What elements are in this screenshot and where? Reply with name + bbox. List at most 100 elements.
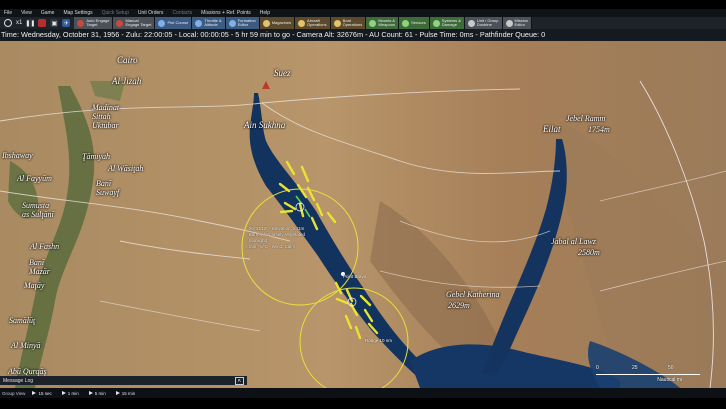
message-log-panel[interactable]: Message Log ⇱ — [0, 376, 247, 385]
magazine-icon — [262, 19, 270, 27]
menu-item-game[interactable]: Game — [41, 9, 55, 17]
time-step-label: 15 min — [121, 390, 136, 396]
time-step-5m-button[interactable]: 5 min — [86, 391, 109, 396]
toolbar-button-label: Auto Engage Target — [86, 17, 110, 27]
sumusta-text: Sumusta as Sulţānī — [22, 201, 54, 219]
aircraft-icon — [298, 19, 306, 27]
time-step-label: 5 min — [94, 390, 106, 396]
expand-icon[interactable]: ⇱ — [235, 376, 244, 385]
damage-icon — [432, 19, 440, 27]
scale-unit: Nautical mi — [657, 377, 682, 383]
toolbar-button-label: Sensors — [411, 19, 426, 25]
menu-item-map-settings[interactable]: Map Settings — [63, 9, 92, 17]
toolbar-button-label: Throttle & Altitude — [204, 17, 222, 27]
toolbar-button-label: Plot Course — [167, 19, 189, 25]
label-al-fayyum: Al Fayyūm — [17, 174, 52, 183]
label-suez: Suez — [274, 68, 291, 78]
letterbox-top — [0, 0, 726, 9]
plane-icon[interactable]: ✈ — [62, 19, 71, 27]
toolbar-button-aircraft-operations[interactable]: Aircraft Operations — [295, 17, 331, 29]
label-al-minya: Al Minyā — [11, 341, 41, 350]
menu-item-missions-ref-points[interactable]: Missions + Ref. Points — [201, 9, 251, 17]
clock-icon[interactable] — [4, 19, 12, 27]
bani-suwayf-text: Banī Suwayf — [96, 179, 120, 197]
play-icon — [32, 391, 37, 395]
crosshair-icon — [116, 19, 124, 27]
toolbar-button-mounts-weapons[interactable]: Mounts & Weapons — [366, 17, 400, 29]
toolbar-button-label: Formation Editor — [237, 17, 256, 27]
throttle-icon — [195, 19, 203, 27]
sensor-icon — [402, 19, 410, 27]
menu-item-view[interactable]: View — [21, 9, 32, 17]
formation-icon — [228, 19, 236, 27]
hover-info-panel: ...29°31'12" - Elevation: 241m ...Barren… — [245, 226, 305, 250]
label-matay: Maţāy — [24, 281, 45, 290]
toolbar-button-formation-editor[interactable]: Formation Editor — [225, 17, 260, 29]
time-step-label: 15 sec — [38, 390, 52, 396]
speed-label[interactable]: x1 — [16, 20, 22, 26]
label-bani-suwayf: Banī Suwayf — [96, 179, 119, 197]
time-step-1m-button[interactable]: 1 min — [59, 391, 82, 396]
menu-item-unit-orders[interactable]: Unit Orders — [138, 9, 164, 17]
group-view-label: Group View — [2, 390, 26, 396]
menu-item-quick-setup[interactable]: Quick Setup — [102, 9, 129, 17]
menu-item-contacts[interactable]: Contacts — [172, 9, 192, 17]
letterbox-bottom — [0, 398, 726, 409]
message-log-title: Message Log — [3, 377, 34, 384]
bani-mazar-text: Banī Mazār — [29, 258, 50, 276]
label-ibshaway: Ibshaway — [2, 151, 33, 160]
sim-controls: x1 ❚❚ ▣ ✈ — [0, 17, 74, 29]
toolbar-button-systems-damage[interactable]: Systems & Damage — [429, 17, 465, 29]
toolbar-button-magazines[interactable]: Magazines — [259, 17, 296, 29]
elev-gebel-katherina: 2629m — [448, 301, 470, 310]
doctrine-icon — [467, 19, 475, 27]
map-view[interactable]: Cairo Al Jizah Madinat Sittah Uktubar Ib… — [0, 41, 726, 388]
toolbar-button-sensors[interactable]: Sensors — [399, 17, 430, 29]
time-compression-bar: Group View 15 sec 1 min 5 min 15 min — [0, 388, 726, 398]
time-step-15m-button[interactable]: 15 min — [113, 391, 139, 396]
label-bani-mazar: Banī Mazār — [29, 258, 50, 276]
toolbar-button-boat-operations[interactable]: Boat Operations — [330, 17, 367, 29]
label-ain-sukhna: Ain Sukhna — [244, 120, 286, 130]
label-jebel-ramm: Jebel Ramm — [566, 114, 606, 123]
label-jabal-al-lawz: Jabal al Lawz — [551, 237, 596, 246]
toolbar-button-manual-engage-target[interactable]: Manual Engage Target — [113, 17, 156, 29]
toolbar-button-throttle-altitude[interactable]: Throttle & Altitude — [192, 17, 226, 29]
range-label: Range 10 nm — [365, 338, 393, 343]
toolbar-button-auto-engage-target[interactable]: Auto Engage Target — [74, 17, 114, 29]
hover-info-line: ...rain - 5°C - Wind: Calm — [245, 244, 296, 249]
toolbar-button-label: Mounts & Weapons — [378, 17, 396, 27]
target-icon — [77, 19, 85, 27]
toolbar-button-label: Manual Engage Target — [125, 17, 152, 27]
pause-icon[interactable]: ❚❚ — [25, 19, 35, 27]
toolbar-button-plot-course[interactable]: Plot Course — [155, 17, 193, 29]
boat-icon — [333, 19, 341, 27]
toolbar-button-unit-group-doctrine[interactable]: Unit / Group Doctrine — [464, 17, 503, 29]
toolbar-button-label: Mission Editor — [514, 17, 529, 27]
scale-tick-0: 0 — [596, 365, 599, 371]
label-madinat: Madinat Sittah Uktubar — [92, 103, 119, 130]
scale-line — [596, 374, 700, 375]
toolbar-button-label: Aircraft Operations — [307, 17, 327, 27]
map-scale-bar: 0 25 50 Nautical mi — [596, 365, 702, 385]
toolbar-button-label: Magazines — [271, 19, 292, 25]
label-cairo: Cairo — [117, 55, 138, 65]
label-gebel-katherina: Gebel Katherina — [446, 290, 500, 299]
toolbar-button-label: Systems & Damage — [441, 17, 461, 27]
menu-item-file[interactable]: File — [4, 9, 12, 17]
scale-tick-25: 25 — [632, 365, 638, 371]
record-icon[interactable]: ▣ — [50, 19, 59, 27]
label-sumusta: Sumusta as Sulţānī — [22, 201, 54, 219]
menu-item-help[interactable]: Help — [260, 9, 270, 17]
stop-icon[interactable] — [38, 19, 47, 27]
scale-tick-50: 50 — [668, 365, 674, 371]
play-icon — [88, 391, 93, 395]
label-tamiyah: Ţāmiyah — [82, 152, 110, 161]
course-icon — [158, 19, 166, 27]
label-al-wasitah: Al Wāsiţah — [108, 164, 144, 173]
toolbar-button-mission-editor[interactable]: Mission Editor — [502, 17, 533, 29]
time-step-15s-button[interactable]: 15 sec — [29, 391, 54, 396]
play-icon — [115, 391, 120, 395]
toolbar: x1 ❚❚ ▣ ✈ Auto Engage Target Manual Engag… — [0, 17, 726, 29]
label-abu-qurqas: Abū Qurqāş — [8, 367, 47, 376]
